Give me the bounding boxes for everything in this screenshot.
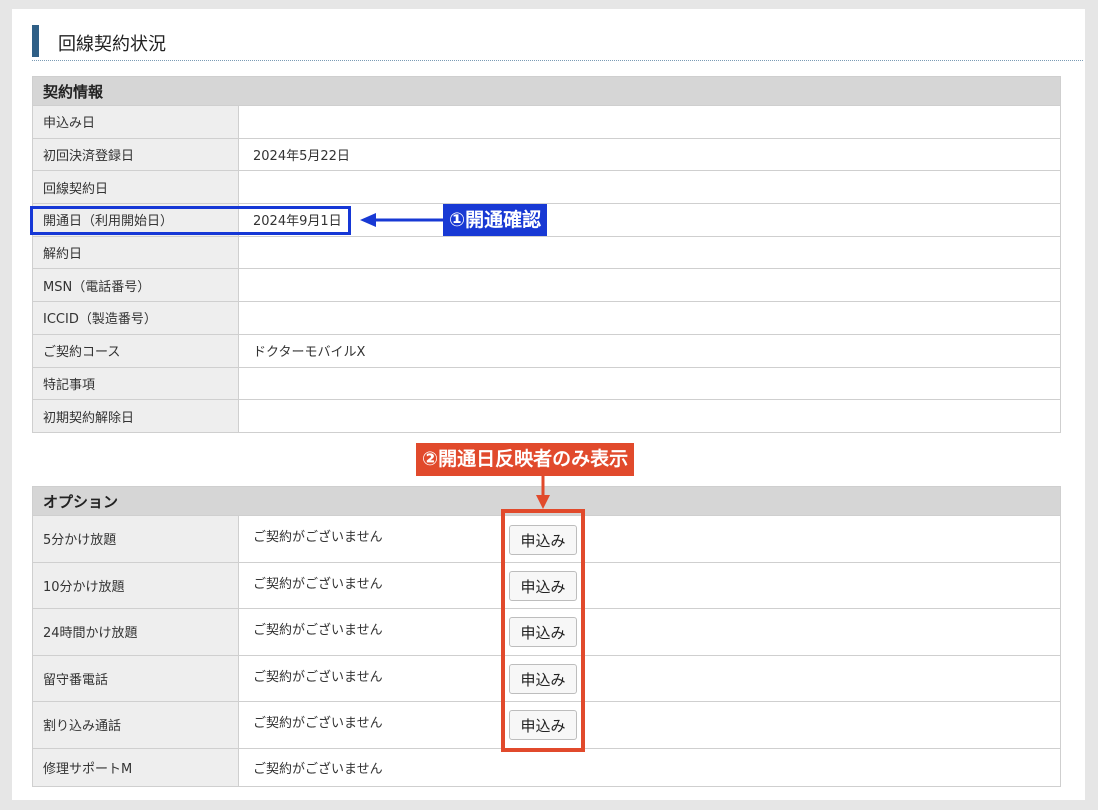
- blue-arrow-head: [360, 213, 376, 227]
- contract-status-panel: 回線契約状況 契約情報 申込み日 初回決済登録日 2024年5月22日 回線契約…: [12, 9, 1085, 800]
- red-arrow-head: [536, 495, 550, 509]
- annotation-arrows: [360, 213, 550, 509]
